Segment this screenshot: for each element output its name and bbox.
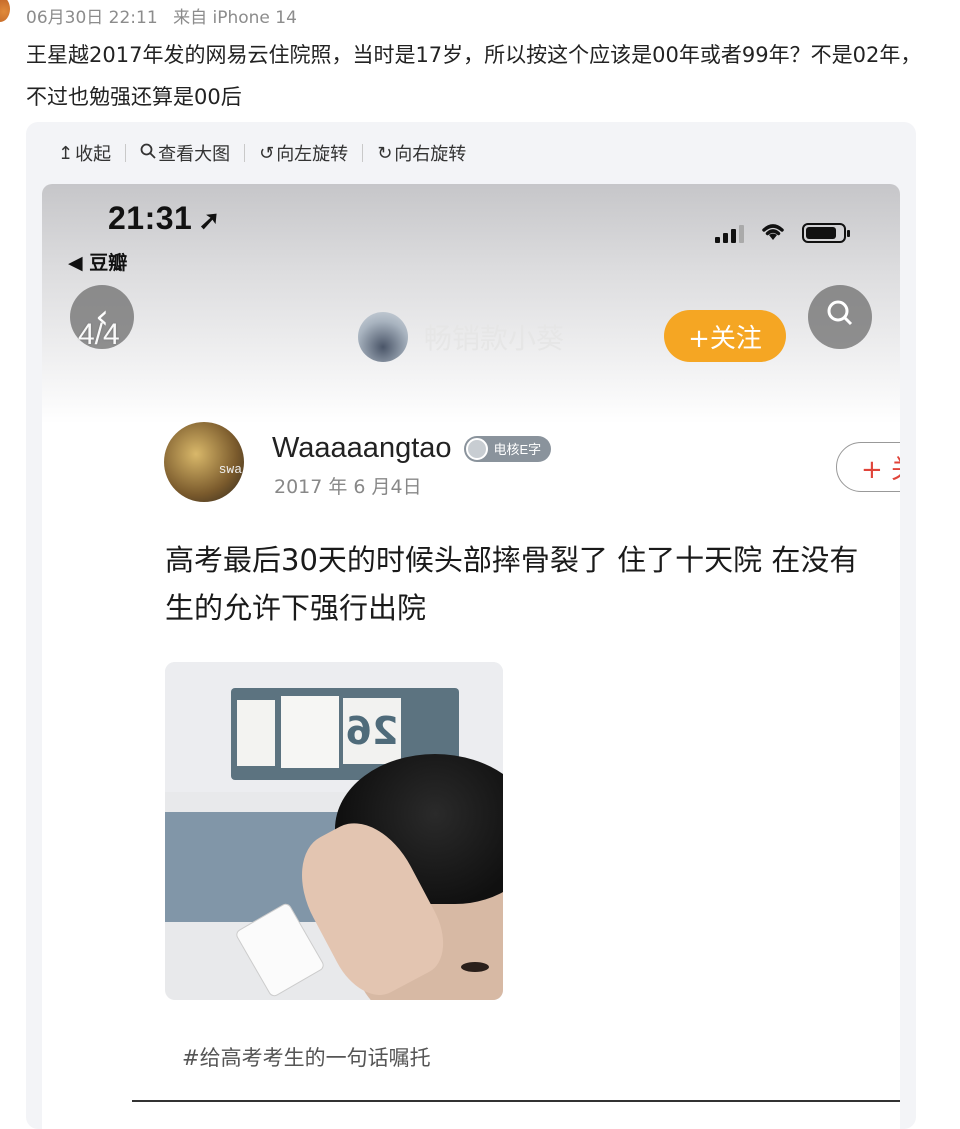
- hashtag[interactable]: #给高考考生的一句话嘱托: [182, 1042, 431, 1072]
- content-divider: [132, 1100, 900, 1102]
- search-button[interactable]: [808, 285, 872, 349]
- author-follow-button[interactable]: + 关: [836, 442, 900, 492]
- author-username-row: Waaaaangtao 电核E字: [272, 432, 552, 465]
- author-avatar-text: swa: [218, 462, 242, 477]
- signal-icon: [715, 223, 744, 243]
- view-large-label: 查看大图: [158, 144, 231, 165]
- location-arrow-icon: ➚: [198, 205, 221, 235]
- page-counter: 4/4: [78, 318, 120, 351]
- author-avatar[interactable]: swa: [164, 422, 244, 502]
- rotate-left-icon: ↺: [259, 142, 275, 164]
- embedded-post-body: 高考最后30天的时候头部摔骨裂了 住了十天院 在没有 生的允许下强行出院: [165, 536, 900, 632]
- bed-number: 26: [343, 698, 401, 764]
- top-author[interactable]: 畅销款小葵: [358, 312, 564, 362]
- hospital-photo[interactable]: 26: [165, 662, 503, 1000]
- post-source: 来自 iPhone 14: [173, 8, 297, 28]
- wifi-icon: [758, 220, 788, 246]
- author-username[interactable]: Waaaaangtao: [272, 432, 452, 465]
- author-post-date: 2017 年 6 月4日: [274, 476, 422, 498]
- image-viewer: ↥ 收起 查看大图 ↺ 向左旋转 ↻ 向右旋转 21:31 ➚ ◀ 豆瓣 ‹ 4…: [26, 122, 916, 1129]
- rotate-right-button[interactable]: ↻ 向右旋转: [363, 140, 480, 166]
- rotate-right-label: 向右旋转: [394, 144, 467, 165]
- embedded-phone-screenshot[interactable]: 21:31 ➚ ◀ 豆瓣 ‹ 4/4 畅销款小葵 +关注 swa Waaaaan…: [42, 184, 900, 1129]
- badge-text: 电核E字: [493, 442, 542, 457]
- status-time: 21:31 ➚: [108, 200, 221, 237]
- badge-icon: [465, 437, 488, 460]
- post-date: 06月30日 22:11: [26, 8, 158, 28]
- view-large-button[interactable]: 查看大图: [126, 140, 244, 166]
- search-icon: [140, 143, 156, 164]
- top-author-avatar: [358, 312, 408, 362]
- verified-badge: 电核E字: [463, 435, 552, 462]
- image-toolbar: ↥ 收起 查看大图 ↺ 向左旋转 ↻ 向右旋转: [58, 136, 480, 170]
- rotate-right-icon: ↻: [377, 142, 393, 164]
- status-time-text: 21:31: [108, 200, 193, 236]
- rotate-left-label: 向左旋转: [276, 144, 349, 165]
- rotate-left-button[interactable]: ↺ 向左旋转: [245, 140, 362, 166]
- embedded-post-line2: 生的允许下强行出院: [165, 591, 427, 625]
- battery-icon: [802, 223, 850, 243]
- post-text: 王星越2017年发的网易云住院照，当时是17岁，所以按这个应该是00年或者99年…: [26, 43, 922, 109]
- search-icon: [823, 296, 857, 339]
- top-author-name: 畅销款小葵: [424, 322, 565, 355]
- follow-button[interactable]: +关注: [664, 310, 786, 362]
- user-avatar-partial[interactable]: [0, 0, 10, 22]
- status-icons: [715, 220, 850, 246]
- embedded-post-line1: 高考最后30天的时候头部摔骨裂了 住了十天院 在没有: [165, 543, 859, 577]
- collapse-label: 收起: [75, 144, 112, 165]
- collapse-button[interactable]: ↥ 收起: [58, 140, 125, 166]
- post-meta: 06月30日 22:11 来自 iPhone 14: [26, 3, 307, 28]
- back-to-app: ◀ 豆瓣: [68, 252, 128, 274]
- collapse-icon: ↥: [58, 142, 74, 164]
